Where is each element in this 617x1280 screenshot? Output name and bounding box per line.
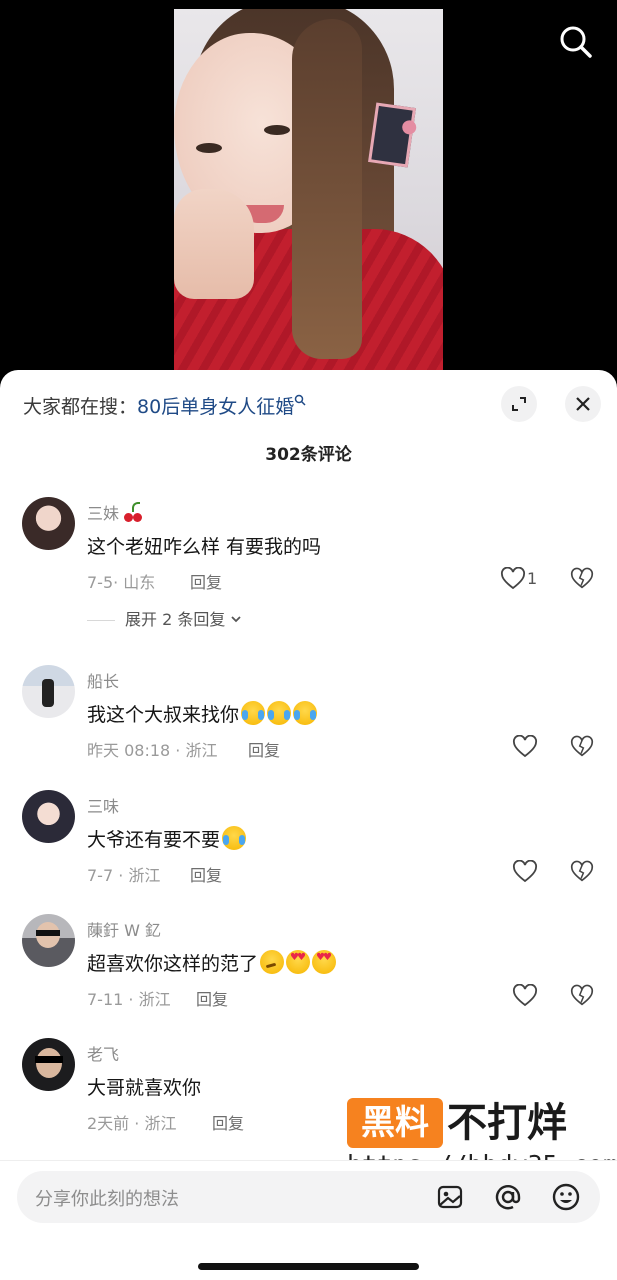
comment-meta: 7-11 · 浙江 — [87, 990, 171, 1009]
comment-item: 三味 大爷还有要不要 7-7 · 浙江 回复 — [0, 790, 617, 900]
crying-laughing-emoji-icon — [222, 826, 247, 850]
avatar-sunglasses — [35, 1056, 63, 1063]
avatar[interactable] — [22, 790, 75, 843]
mention-icon[interactable] — [493, 1182, 523, 1212]
comment-meta: 7-5· 山东 — [87, 573, 156, 592]
broken-heart-icon[interactable] — [570, 860, 594, 884]
cherry-emoji-icon — [124, 502, 144, 522]
chevron-down-icon — [231, 616, 242, 623]
reply-button[interactable]: 回复 — [196, 986, 228, 1010]
heart-eyes-emoji-icon — [312, 950, 337, 974]
trending-prefix: 大家都在搜： — [23, 396, 138, 418]
thinking-emoji-icon — [260, 950, 285, 974]
broken-heart-icon[interactable] — [570, 735, 594, 759]
avatar[interactable] — [22, 497, 75, 550]
expand-replies-button[interactable]: 展开 2 条回复 — [87, 606, 242, 630]
heart-icon[interactable] — [500, 567, 526, 591]
avatar-sunglasses — [36, 930, 60, 936]
comment-text: 大哥就喜欢你 — [87, 1077, 202, 1099]
reply-button[interactable]: 回复 — [190, 862, 222, 886]
reply-button[interactable]: 回复 — [190, 569, 222, 593]
watermark-badge: 黑料 — [347, 1098, 443, 1148]
avatar[interactable] — [22, 665, 75, 718]
avatar[interactable] — [22, 914, 75, 967]
comment-text: 大爷还有要不要 — [87, 825, 247, 852]
heart-eyes-emoji-icon — [286, 950, 311, 974]
watermark-text: 不打烊 — [447, 1100, 567, 1146]
trending-search[interactable]: 大家都在搜：80后单身女人征婚 — [23, 392, 306, 419]
trending-keyword[interactable]: 80后单身女人征婚 — [137, 396, 294, 418]
comment-input[interactable]: 分享你此刻的想法 — [17, 1171, 600, 1223]
broken-heart-icon[interactable] — [570, 984, 594, 1008]
comment-username[interactable]: 蔯釪 W 釔 — [87, 917, 161, 941]
comment-count: 302条评论 — [265, 445, 352, 465]
search-button[interactable] — [556, 22, 596, 62]
home-indicator — [198, 1263, 419, 1270]
avatar[interactable] — [22, 1038, 75, 1091]
comment-input-bar: 分享你此刻的想法 — [0, 1160, 617, 1280]
comment-item: 船长 我这个大叔来找你 昨天 08:18 · 浙江 回复 — [0, 665, 617, 775]
comment-username[interactable]: 三妹 — [87, 500, 144, 524]
video-thumbnail[interactable] — [174, 9, 443, 372]
comment-item: 三妹 这个老妞咋么样 有要我的吗 7-5· 山东 回复 1 — [0, 497, 617, 607]
comment-item: 蔯釪 W 釔 超喜欢你这样的范了 7-11 · 浙江 回复 — [0, 914, 617, 1024]
comment-text: 这个老妞咋么样 有要我的吗 — [87, 536, 322, 558]
crying-laughing-emoji-icon — [241, 701, 266, 725]
comment-text: 超喜欢你这样的范了 — [87, 949, 337, 976]
close-button[interactable] — [565, 386, 601, 422]
video-hand-shape — [174, 189, 254, 299]
reply-button[interactable]: 回复 — [212, 1110, 244, 1134]
emoji-icon[interactable] — [551, 1182, 581, 1212]
comment-text: 我这个大叔来找你 — [87, 700, 318, 727]
video-eye-left — [196, 143, 222, 153]
expand-icon — [512, 397, 526, 411]
search-icon — [560, 26, 592, 58]
crying-laughing-emoji-icon — [293, 701, 318, 725]
divider-line — [87, 620, 115, 621]
heart-icon[interactable] — [512, 984, 538, 1008]
heart-icon[interactable] — [512, 860, 538, 884]
like-count: 1 — [527, 569, 538, 588]
video-area[interactable] — [0, 0, 617, 372]
broken-heart-icon[interactable] — [570, 567, 594, 591]
video-hair-front — [292, 19, 362, 359]
heart-icon[interactable] — [512, 735, 538, 759]
crying-laughing-emoji-icon — [267, 701, 292, 725]
image-icon[interactable] — [435, 1182, 465, 1212]
comment-meta: 7-7 · 浙江 — [87, 866, 161, 885]
comment-username[interactable]: 老飞 — [87, 1041, 119, 1065]
avatar-figure — [42, 679, 54, 707]
reply-button[interactable]: 回复 — [248, 737, 280, 761]
comment-meta: 2天前 · 浙江 — [87, 1114, 177, 1133]
comment-username[interactable]: 三味 — [87, 793, 119, 817]
close-icon — [576, 397, 590, 411]
video-wall-card — [368, 102, 416, 168]
comment-input-placeholder: 分享你此刻的想法 — [35, 1189, 179, 1210]
video-eye-right — [264, 125, 290, 135]
comment-meta: 昨天 08:18 · 浙江 — [87, 741, 218, 760]
avatar-face — [36, 1048, 62, 1078]
mini-search-icon — [294, 394, 306, 406]
expand-button[interactable] — [501, 386, 537, 422]
comment-username[interactable]: 船长 — [87, 668, 119, 692]
